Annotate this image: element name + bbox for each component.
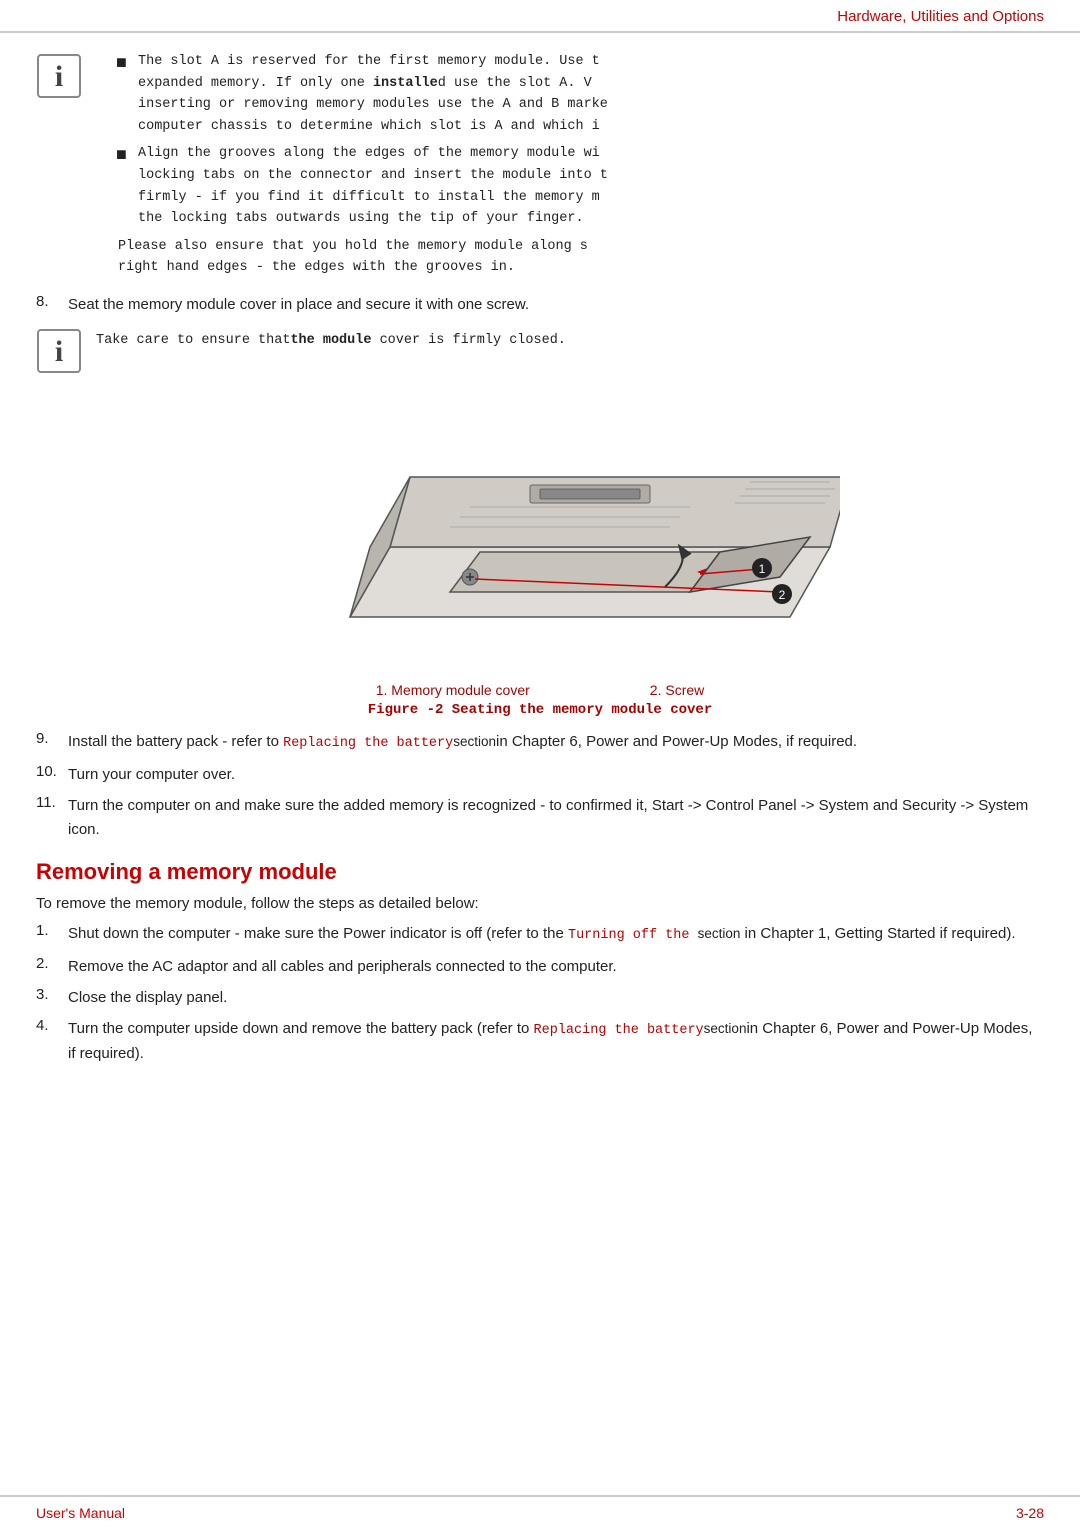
remove-step-4-num: 4. <box>36 1017 68 1034</box>
step-10-num: 10. <box>36 763 68 780</box>
remove-step-1: 1. Shut down the computer - make sure th… <box>36 922 1044 947</box>
step-9: 9. Install the battery pack - refer to R… <box>36 730 1044 755</box>
remove-step-2-text: Remove the AC adaptor and all cables and… <box>68 955 1044 978</box>
info-icon-2: i <box>36 328 82 374</box>
step-8-text: Seat the memory module cover in place an… <box>68 293 1044 316</box>
header-title: Hardware, Utilities and Options <box>837 8 1044 25</box>
section-intro: To remove the memory module, follow the … <box>36 895 1044 912</box>
footer-left: User's Manual <box>36 1505 125 1521</box>
remove-step-3-text: Close the display panel. <box>68 986 1044 1009</box>
step-11-num: 11. <box>36 794 68 811</box>
svg-text:2: 2 <box>779 588 786 602</box>
info-extra-text: Please also ensure that you hold the mem… <box>118 236 1044 279</box>
page-container: Hardware, Utilities and Options i ■ The … <box>0 0 1080 1529</box>
bullet-icon-1: ■ <box>116 51 138 74</box>
header-bar: Hardware, Utilities and Options <box>0 0 1080 33</box>
info-bullet-1: ■ The slot A is reserved for the first m… <box>116 51 1044 137</box>
info-icon-1: i <box>36 53 82 99</box>
step-9-text: Install the battery pack - refer to Repl… <box>68 730 1044 755</box>
svg-text:i: i <box>55 335 63 368</box>
info-text-block-2: Take care to ensure thatthe module cover… <box>96 326 1044 348</box>
turning-off-link[interactable]: Turning off the section <box>568 928 740 943</box>
step-8: 8. Seat the memory module cover in place… <box>36 293 1044 316</box>
removing-memory-heading: Removing a memory module <box>36 859 1044 885</box>
replacing-battery-link-1[interactable]: Replacing the batterysection <box>283 736 496 751</box>
laptop-diagram: 1 2 <box>240 392 840 672</box>
info-bullet-2: ■ Align the grooves along the edges of t… <box>116 143 1044 229</box>
info-bullet-text-1: The slot A is reserved for the first mem… <box>138 51 1044 137</box>
step-10-text: Turn your computer over. <box>68 763 1044 786</box>
figure-area: 1 2 <box>36 392 1044 718</box>
info-bullet-text-2: Align the grooves along the edges of the… <box>138 143 1044 229</box>
info-box-1: i ■ The slot A is reserved for the first… <box>36 51 1044 279</box>
info-box-2: i Take care to ensure thatthe module cov… <box>36 326 1044 374</box>
remove-step-1-text: Shut down the computer - make sure the P… <box>68 922 1044 947</box>
svg-text:1: 1 <box>759 562 766 576</box>
step-10: 10. Turn your computer over. <box>36 763 1044 786</box>
remove-step-3: 3. Close the display panel. <box>36 986 1044 1009</box>
info-text-block-1: ■ The slot A is reserved for the first m… <box>96 51 1044 279</box>
remove-step-2: 2. Remove the AC adaptor and all cables … <box>36 955 1044 978</box>
info-icon-svg: i <box>37 54 81 98</box>
svg-text:i: i <box>55 60 63 93</box>
main-content: i ■ The slot A is reserved for the first… <box>0 33 1080 1065</box>
step-11-text: Turn the computer on and make sure the a… <box>68 794 1044 841</box>
info-icon-svg-2: i <box>37 329 81 373</box>
figure-label-2: 2. Screw <box>650 682 704 698</box>
remove-step-3-num: 3. <box>36 986 68 1003</box>
replacing-battery-link-2[interactable]: Replacing the batterysection <box>534 1023 747 1038</box>
info2-text: Take care to ensure thatthe module cover… <box>96 333 566 348</box>
remove-step-4-text: Turn the computer upside down and remove… <box>68 1017 1044 1065</box>
remove-step-2-num: 2. <box>36 955 68 972</box>
figure-label-1: 1. Memory module cover <box>376 682 530 698</box>
remove-step-1-num: 1. <box>36 922 68 939</box>
remove-step-4: 4. Turn the computer upside down and rem… <box>36 1017 1044 1065</box>
footer: User's Manual 3-28 <box>0 1495 1080 1529</box>
figure-caption: Figure -2 Seating the memory module cove… <box>36 702 1044 718</box>
bullet-icon-2: ■ <box>116 143 138 166</box>
step-11: 11. Turn the computer on and make sure t… <box>36 794 1044 841</box>
step-8-num: 8. <box>36 293 68 310</box>
figure-labels: 1. Memory module cover 2. Screw <box>36 682 1044 698</box>
footer-right: 3-28 <box>1016 1505 1044 1521</box>
step-9-num: 9. <box>36 730 68 747</box>
